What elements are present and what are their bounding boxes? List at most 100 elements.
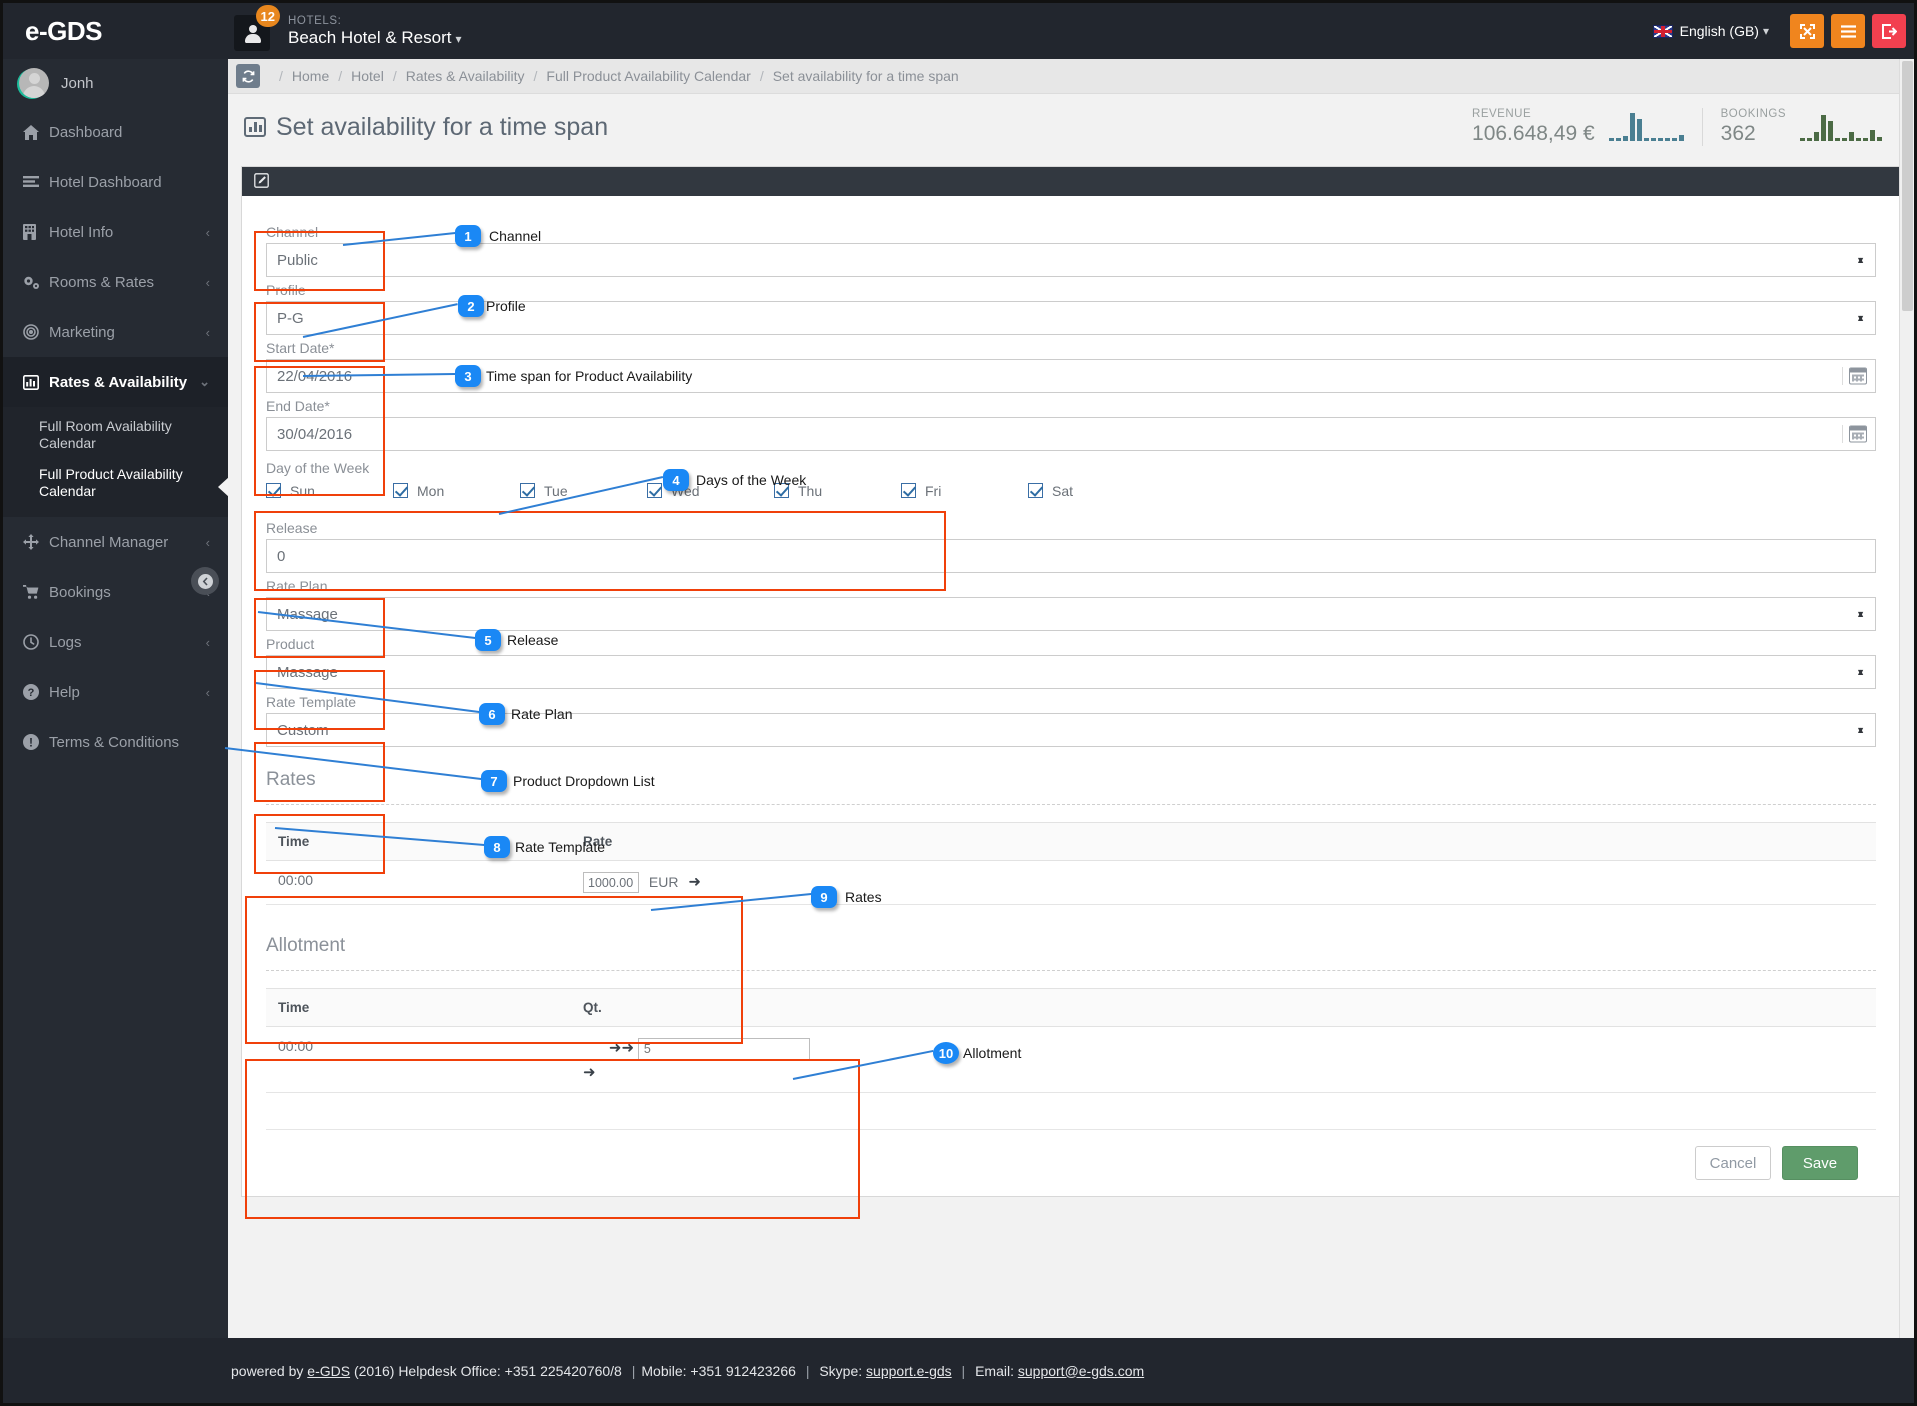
sidebar-item-label: Channel Manager [49,533,169,551]
stat-bookings: BOOKINGS 362 [1701,108,1900,146]
field-rate-plan: Rate Plan Massage ▲ ▼ [266,578,1876,631]
sidebar-item-label: Dashboard [49,123,123,141]
checkbox-checked-icon[interactable] [647,483,662,498]
day-checkbox-tue[interactable]: Tue [520,480,647,501]
apply-arrow-icon[interactable]: ➜ [688,874,701,891]
cancel-button[interactable]: Cancel [1695,1146,1771,1180]
sidebar-item-help[interactable]: ? Help ‹ [3,667,228,717]
footer-email-link[interactable]: support@e-gds.com [1018,1363,1144,1379]
field-end-date: End Date* 30/04/2016 [266,398,1876,451]
day-label: Mon [417,482,445,499]
sidebar-item-channel-manager[interactable]: Channel Manager ‹ [3,517,228,567]
end-date-input[interactable]: 30/04/2016 [266,417,1876,451]
footer-brand-link[interactable]: e-GDS [307,1363,350,1379]
breadcrumb-item-hotel[interactable]: Hotel [351,68,384,84]
sidebar-item-hotel-info[interactable]: Hotel Info ‹ [3,207,228,257]
start-date-input[interactable]: 22/04/2016 [266,359,1876,393]
language-selector[interactable]: English (GB) ▾ [1652,23,1769,39]
checkbox-checked-icon[interactable] [266,483,281,498]
sidebar-subitem-full-product-availability-calendar[interactable]: Full Product Availability Calendar [3,459,228,507]
sidebar-item-rooms-rates[interactable]: Rooms & Rates ‹ [3,257,228,307]
day-checkbox-thu[interactable]: Thu [774,480,901,501]
fullscreen-button[interactable] [1790,14,1824,48]
sidebar-item-label: Hotel Info [49,223,114,241]
allotment-col-qty: Qt. [571,988,1876,1027]
rates-header-row: Time Rate [266,822,1876,861]
day-checkbox-mon[interactable]: Mon [393,480,520,501]
breadcrumb-separator: / [338,68,343,84]
form-panel: Channel Public ▲ ▼ Profile P-G ▲ ▼ Start… [241,166,1901,1197]
checkbox-checked-icon[interactable] [1028,483,1043,498]
calendar-icon[interactable] [1849,367,1867,385]
release-input[interactable]: 0 [266,539,1876,573]
product-select[interactable]: Massage ▲ ▼ [266,655,1876,689]
breadcrumb-bar: / Home / Hotel / Rates & Availability / Full Pr… [228,59,1914,94]
checkbox-checked-icon[interactable] [520,483,535,498]
gears-icon [23,275,49,290]
sidebar: Jonh Dashboard Hotel Dashboard Hotel Info ‹… [3,59,228,1344]
allotment-header-row: Time Qt. [266,988,1876,1027]
sidebar-collapse-button[interactable] [191,567,219,595]
field-release: Release 0 [266,520,1876,573]
refresh-icon[interactable] [236,64,260,88]
clock-icon [23,634,49,651]
scrollbar-thumb[interactable] [1902,61,1913,311]
vertical-scrollbar[interactable] [1899,59,1914,1344]
sidebar-user[interactable]: Jonh [3,59,228,107]
save-button[interactable]: Save [1782,1146,1858,1180]
sidebar-item-terms-conditions[interactable]: ! Terms & Conditions [3,717,228,767]
profile-select[interactable]: P-G ▲ ▼ [266,301,1876,335]
day-of-week-label: Day of the Week [266,460,370,476]
calendar-icon[interactable] [1849,425,1867,443]
sidebar-item-rates-availability[interactable]: Rates & Availability ⌄ [3,357,228,407]
page-header: Set availability for a time span REVENUE… [228,94,1914,160]
apply-arrow-icon[interactable]: ➜ [583,1064,596,1081]
checkbox-checked-icon[interactable] [393,483,408,498]
product-label: Product [266,636,315,652]
sidebar-subitem-full-room-availability-calendar[interactable]: Full Room Availability Calendar [3,411,228,459]
breadcrumb: / Home / Hotel / Rates & Availability / Full Pr… [270,68,959,84]
notification-badge[interactable]: 12 [255,5,280,27]
menu-button[interactable] [1831,14,1865,48]
hotel-name-text: Beach Hotel & Resort [288,27,452,47]
active-pointer-icon [218,477,228,498]
hotel-selector[interactable]: 12 HOTELS: Beach Hotel & Resort ▾ [234,5,462,51]
channel-select[interactable]: Public ▲ ▼ [266,243,1876,277]
end-date-label: End Date* [266,398,330,414]
sidebar-item-dashboard[interactable]: Dashboard [3,107,228,157]
breadcrumb-item-full-product-availability-calendar[interactable]: Full Product Availability Calendar [546,68,750,84]
apply-all-arrow-icon[interactable]: ➜➜ [609,1040,634,1057]
footer-skype-link[interactable]: support.e-gds [866,1363,952,1379]
breadcrumb-separator: / [279,68,283,84]
day-checkbox-wed[interactable]: Wed [647,480,774,501]
checkbox-checked-icon[interactable] [901,483,916,498]
edit-icon [254,172,269,191]
logout-button[interactable] [1872,14,1906,48]
channel-label: Channel [266,224,319,240]
building-icon [23,224,49,240]
rates-cell-rate: 1000.00 EUR ➜ [571,860,1876,905]
brand-logo[interactable]: e-GDS [3,3,228,59]
rate-amount-input[interactable]: 1000.00 [583,872,639,893]
sidebar-item-marketing[interactable]: Marketing ‹ [3,307,228,357]
sidebar-item-logs[interactable]: Logs ‹ [3,617,228,667]
breadcrumb-item-rates-availability[interactable]: Rates & Availability [406,68,525,84]
footer-skype-label: Skype: [819,1362,867,1379]
breadcrumb-item-home[interactable]: Home [292,68,329,84]
top-bar: e-GDS 12 HOTELS: Beach Hotel & Resort ▾ E… [3,3,1914,59]
day-checkbox-sun[interactable]: Sun [266,480,393,501]
rate-template-select[interactable]: Custom ▲ ▼ [266,713,1876,747]
allotment-qty-input[interactable] [637,1038,810,1060]
checkbox-checked-icon[interactable] [774,483,789,498]
day-checkbox-fri[interactable]: Fri [901,480,1028,501]
user-notifications[interactable]: 12 [234,5,280,51]
page-title: Set availability for a time span [276,112,609,141]
sidebar-item-hotel-dashboard[interactable]: Hotel Dashboard [3,157,228,207]
breadcrumb-separator: / [759,68,764,84]
day-checkbox-sat[interactable]: Sat [1028,480,1155,501]
sidebar-item-label: Help [49,683,80,701]
hotel-name[interactable]: Beach Hotel & Resort ▾ [288,28,462,48]
rate-plan-select[interactable]: Massage ▲ ▼ [266,597,1876,631]
breadcrumb-item-set-availability-for-a-time-span: Set availability for a time span [772,68,959,84]
breadcrumb-separator: / [392,68,397,84]
